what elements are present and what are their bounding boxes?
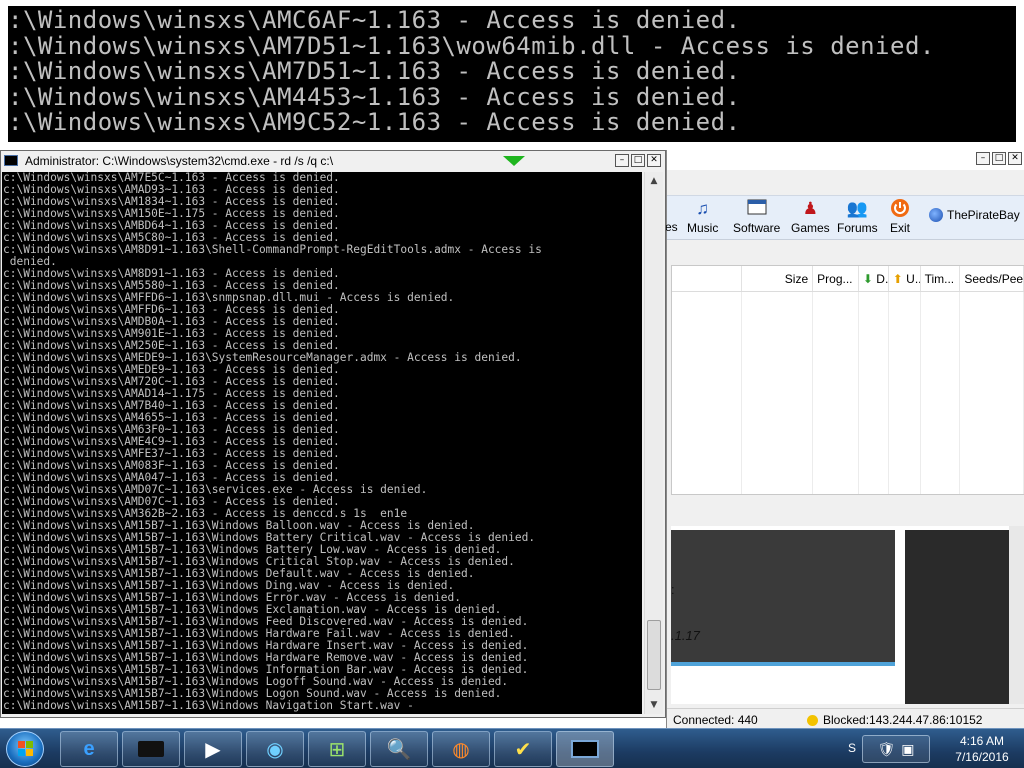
arrow-up-icon: ⬆	[892, 272, 903, 286]
cmd-title: Administrator: C:\Windows\system32\cmd.e…	[25, 154, 334, 168]
zoomed-line: :\Windows\winsxs\AM7D51~1.163\wow64mib.d…	[8, 31, 935, 60]
checkmark-icon: ✔	[514, 738, 532, 761]
search-site-selector[interactable]: ThePirateBay	[929, 208, 1020, 222]
scroll-thumb[interactable]	[647, 620, 661, 690]
cmd-app-icon	[4, 155, 18, 166]
console-line: c:\Windows\winsxs\AM15B7~1.163\Windows N…	[3, 699, 414, 712]
zoomed-line: :\Windows\winsxs\AMC6AF~1.163 - Access i…	[8, 6, 741, 34]
console-line: c:\Windows\winsxs\AM8D91~1.163\Shell-Com…	[3, 243, 542, 256]
toolbar-partial-label[interactable]: es	[665, 220, 678, 234]
column-header-size[interactable]: Size	[742, 266, 814, 291]
column-header-download[interactable]: ⬇ D...	[859, 266, 889, 291]
ie-icon: e	[83, 737, 95, 760]
taskbar-torrent-app[interactable]: ◍	[432, 731, 490, 767]
windows-orb-icon: ⊞	[328, 738, 346, 761]
magnifier-icon: 🔍	[386, 738, 412, 761]
close-button[interactable]: ✕	[1008, 152, 1022, 165]
cmd-scrollbar[interactable]: ▲ ▼	[644, 172, 663, 714]
torrent-toolbar: es ♫ Music Software ♟ Games 👥 Forums Exi…	[665, 195, 1024, 240]
start-button[interactable]	[6, 731, 44, 767]
tray-icons[interactable]: 🛡 ▣	[862, 735, 930, 763]
toolbar-music-button[interactable]: ♫ Music	[687, 198, 718, 235]
maximize-button[interactable]: □	[992, 152, 1006, 165]
scroll-up-icon[interactable]: ▲	[646, 173, 663, 189]
taskbar-media-player[interactable]: ▶	[184, 731, 242, 767]
torrent-list[interactable]: Size Prog... ⬇ D... ⬆ U... Tim... Seeds/…	[671, 265, 1024, 495]
desktop: :\Windows\winsxs\AMC6AF~1.163 - Access i…	[0, 0, 1024, 768]
panel-colon-text: :	[671, 582, 675, 597]
torrent-list-body	[672, 292, 1024, 494]
column-header-upload[interactable]: ⬆ U...	[889, 266, 921, 291]
status-blocked: Blocked:143.244.47.86:10152	[807, 713, 982, 727]
shield-icon[interactable]: 🛡	[877, 741, 895, 758]
toolbar-forums-button[interactable]: 👥 Forums	[837, 198, 878, 235]
zoomed-line: :\Windows\winsxs\AM7D51~1.163 - Access i…	[8, 57, 741, 86]
panel-scrollbar[interactable]	[1009, 526, 1024, 704]
play-icon: ▶	[205, 738, 221, 761]
zoomed-console-band: :\Windows\winsxs\AMC6AF~1.163 - Access i…	[0, 0, 1024, 148]
cmd-minimize-button[interactable]: –	[615, 154, 629, 167]
toolbar-software-button[interactable]: Software	[733, 198, 780, 235]
tray-letter: S	[848, 741, 857, 755]
windows-logo-icon	[18, 741, 33, 756]
software-window-icon	[746, 198, 768, 220]
column-header-time[interactable]: Tim...	[921, 266, 961, 291]
zoomed-line: :\Windows\winsxs\AM9C52~1.163 - Access i…	[8, 108, 741, 137]
clock-time: 4:16 AM	[959, 734, 1005, 748]
zoomed-console: :\Windows\winsxs\AMC6AF~1.163 - Access i…	[8, 6, 1016, 142]
taskbar-search-app[interactable]: 🔍	[370, 731, 428, 767]
forums-people-icon: 👥	[846, 199, 868, 218]
clock-date: 7/16/2016	[955, 750, 1009, 764]
toolbar-games-button[interactable]: ♟ Games	[791, 198, 830, 235]
device-icon	[138, 741, 164, 757]
cmd-maximize-button[interactable]: □	[631, 154, 645, 167]
column-header-progress[interactable]: Prog...	[813, 266, 859, 291]
toolbar-exit-button[interactable]: Exit	[889, 198, 911, 235]
status-dot-icon	[807, 714, 818, 726]
cmd-window: Administrator: C:\Windows\system32\cmd.e…	[0, 150, 666, 718]
globe-app-icon: ◉	[266, 738, 284, 761]
column-header-seeds-peers[interactable]: Seeds/Pee...	[960, 266, 1024, 291]
power-icon	[889, 198, 911, 220]
zoomed-line: :\Windows\winsxs\AM4453~1.163 - Access i…	[8, 82, 741, 111]
panel-version-text: .1.17	[671, 628, 700, 643]
torrent-status-bar: Connected: 440 Blocked:143.244.47.86:101…	[667, 708, 1024, 730]
torrent-icon: ◍	[452, 738, 470, 761]
taskbar-checklist-app[interactable]: ✔	[494, 731, 552, 767]
taskbar-media-device[interactable]	[122, 731, 180, 767]
clock[interactable]: 4:16 AM 7/16/2016	[944, 733, 1020, 765]
cmd-taskbar-icon	[571, 740, 599, 758]
cmd-titlebar[interactable]: Administrator: C:\Windows\system32\cmd.e…	[1, 151, 665, 171]
capture-indicator-icon	[503, 156, 525, 166]
games-pawn-icon: ♟	[802, 199, 818, 218]
media-preview-area	[671, 530, 895, 666]
torrent-client-window: – □ ✕ es ♫ Music Software ♟ Games 👥 Foru…	[665, 150, 1024, 730]
torrent-list-header: Size Prog... ⬇ D... ⬆ U... Tim... Seeds/…	[672, 266, 1024, 292]
music-note-icon: ♫	[696, 199, 710, 218]
torrent-detail-panel: : .1.17	[671, 526, 1024, 704]
taskbar-internet-explorer[interactable]: e	[60, 731, 118, 767]
taskbar-windows-app[interactable]: ⊞	[308, 731, 366, 767]
taskbar: e ▶ ◉ ⊞ 🔍 ◍ ✔ S 🛡 ▣ 4:16 AM 7/16/2016	[0, 728, 1024, 768]
status-connected: Connected: 440	[673, 713, 758, 727]
cmd-console-output[interactable]: c:\Windows\winsxs\AM7E5C~1.163 - Access …	[2, 172, 642, 714]
torrent-titlebar: – □ ✕	[667, 150, 1024, 170]
taskbar-cmd[interactable]	[556, 731, 614, 767]
cmd-close-button[interactable]: ✕	[647, 154, 661, 167]
network-icon[interactable]: ▣	[901, 741, 914, 758]
minimize-button[interactable]: –	[976, 152, 990, 165]
side-dark-panel	[905, 530, 1009, 704]
taskbar-globe-app[interactable]: ◉	[246, 731, 304, 767]
system-tray: S 🛡 ▣ 4:16 AM 7/16/2016	[840, 729, 1024, 768]
column-header-blank[interactable]	[672, 266, 742, 291]
scroll-down-icon[interactable]: ▼	[646, 697, 663, 713]
globe-icon	[929, 208, 943, 222]
arrow-down-icon: ⬇	[862, 272, 873, 286]
